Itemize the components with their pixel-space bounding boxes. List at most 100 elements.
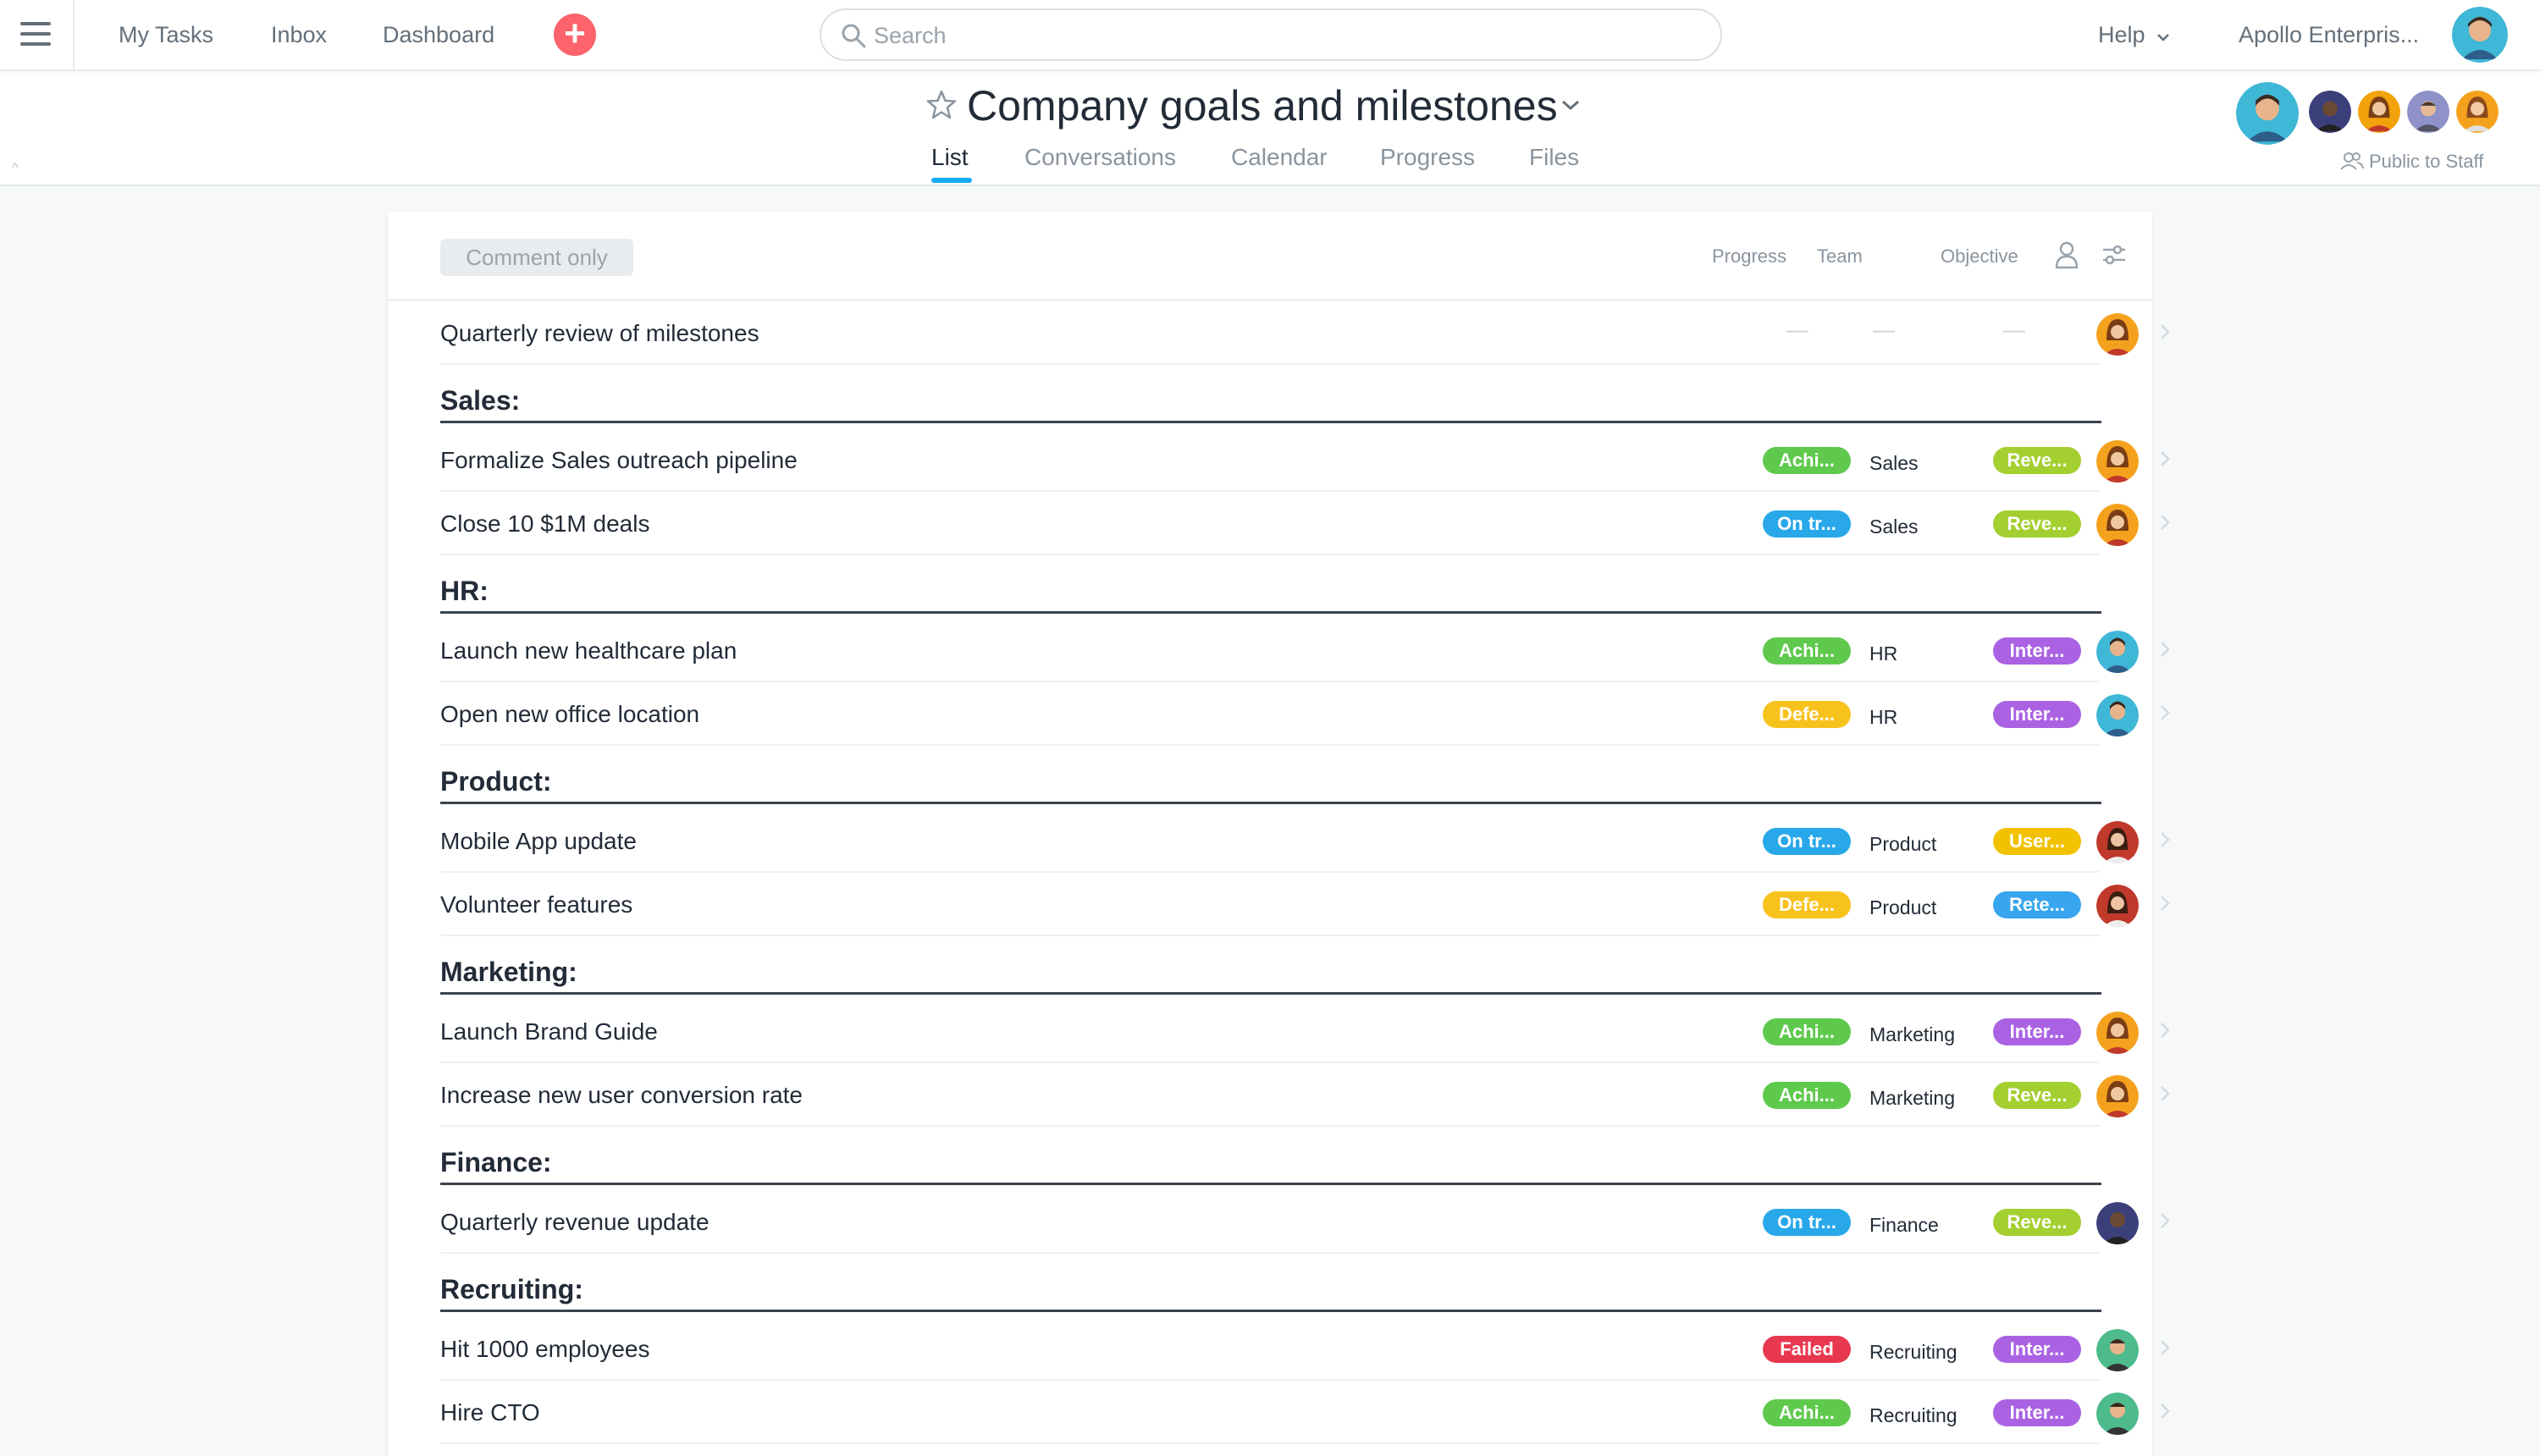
progress-badge[interactable]: On tr... <box>1763 828 1851 855</box>
task-row[interactable]: Volunteer features Defe... Product Rete... <box>440 873 2170 936</box>
chevron-right-icon[interactable] <box>2159 703 2171 723</box>
nav-inbox[interactable]: Inbox <box>271 22 327 48</box>
progress-badge[interactable]: Achi... <box>1763 1399 1851 1426</box>
tab-list[interactable]: List <box>931 144 969 171</box>
task-name[interactable]: Launch new healthcare plan <box>440 637 737 665</box>
progress-empty[interactable]: — <box>1786 317 1808 343</box>
menu-icon[interactable] <box>20 22 51 47</box>
objective-badge[interactable]: Reve... <box>1993 447 2081 474</box>
chevron-right-icon[interactable] <box>2159 893 2171 913</box>
nav-my-tasks[interactable]: My Tasks <box>119 22 213 48</box>
assignee-avatar[interactable] <box>2096 1393 2139 1435</box>
section-title[interactable]: Marketing: <box>440 957 577 988</box>
objective-badge[interactable]: Inter... <box>1993 637 2081 665</box>
user-avatar[interactable] <box>2452 7 2508 63</box>
team-value[interactable]: Product <box>1869 896 1936 919</box>
organization-switcher[interactable]: Apollo Enterpris... <box>2239 22 2419 48</box>
progress-badge[interactable]: Defe... <box>1763 701 1851 728</box>
objective-badge[interactable]: User... <box>1993 828 2081 855</box>
team-value[interactable]: Finance <box>1869 1214 1939 1237</box>
collapse-icon[interactable]: ^ <box>12 161 19 176</box>
member-avatar[interactable] <box>2454 88 2501 135</box>
section-title[interactable]: Product: <box>440 766 552 797</box>
quick-add-button[interactable]: + <box>554 14 596 56</box>
column-header-objective[interactable]: Objective <box>1941 245 2018 267</box>
task-row[interactable]: Open new office location Defe... HR Inter..… <box>440 682 2170 746</box>
assignee-avatar[interactable] <box>2096 631 2139 673</box>
task-name[interactable]: Quarterly revenue update <box>440 1209 710 1236</box>
task-name[interactable]: Volunteer features <box>440 891 632 918</box>
chevron-right-icon[interactable] <box>2159 1337 2171 1358</box>
chevron-right-icon[interactable] <box>2159 830 2171 850</box>
task-row[interactable]: Close 10 $1M deals On tr... Sales Reve... <box>440 492 2170 555</box>
chevron-right-icon[interactable] <box>2159 1401 2171 1421</box>
tab-progress[interactable]: Progress <box>1380 144 1475 171</box>
objective-badge[interactable]: Inter... <box>1993 1399 2081 1426</box>
column-header-progress[interactable]: Progress <box>1712 245 1786 267</box>
team-value[interactable]: HR <box>1869 643 1897 665</box>
assignee-avatar[interactable] <box>2096 1075 2139 1117</box>
task-name[interactable]: Open new office location <box>440 701 699 728</box>
chevron-down-icon[interactable] <box>1560 97 1582 113</box>
progress-badge[interactable]: Achi... <box>1763 447 1851 474</box>
progress-badge[interactable]: On tr... <box>1763 1209 1851 1236</box>
progress-badge[interactable]: On tr... <box>1763 510 1851 538</box>
member-avatar[interactable] <box>2405 88 2452 135</box>
search-input[interactable] <box>874 20 1703 51</box>
team-value[interactable]: HR <box>1869 706 1897 729</box>
member-avatar[interactable] <box>2306 88 2354 135</box>
section-title[interactable]: Sales: <box>440 385 520 416</box>
chevron-right-icon[interactable] <box>2159 1020 2171 1040</box>
progress-badge[interactable]: Achi... <box>1763 637 1851 665</box>
assignee-avatar[interactable] <box>2096 821 2139 863</box>
team-value[interactable]: Marketing <box>1869 1087 1955 1110</box>
task-name[interactable]: Hire CTO <box>440 1399 540 1426</box>
assignee-avatar[interactable] <box>2096 1012 2139 1054</box>
member-avatar[interactable] <box>2355 88 2403 135</box>
task-name[interactable]: Formalize Sales outreach pipeline <box>440 447 798 474</box>
objective-badge[interactable]: Rete... <box>1993 891 2081 918</box>
help-menu[interactable]: Help <box>2098 22 2170 48</box>
objective-badge[interactable]: Reve... <box>1993 1082 2081 1109</box>
task-name[interactable]: Launch Brand Guide <box>440 1018 658 1045</box>
task-name[interactable]: Close 10 $1M deals <box>440 510 649 538</box>
project-owner-avatar[interactable] <box>2234 80 2301 147</box>
objective-badge[interactable]: Reve... <box>1993 1209 2081 1236</box>
assignee-avatar[interactable] <box>2096 1202 2139 1244</box>
star-icon[interactable] <box>925 88 958 122</box>
tab-calendar[interactable]: Calendar <box>1231 144 1328 171</box>
chevron-right-icon[interactable] <box>2159 449 2171 469</box>
progress-badge[interactable]: Achi... <box>1763 1082 1851 1109</box>
chevron-right-icon[interactable] <box>2159 1211 2171 1231</box>
task-row[interactable]: Hire CTO Achi... Recruiting Inter... <box>440 1381 2170 1444</box>
team-value[interactable]: Product <box>1869 833 1936 856</box>
progress-badge[interactable]: Failed <box>1763 1336 1851 1363</box>
task-row[interactable]: Quarterly revenue update On tr... Finance R… <box>440 1190 2170 1254</box>
chevron-right-icon[interactable] <box>2159 512 2171 532</box>
nav-dashboard[interactable]: Dashboard <box>383 22 494 48</box>
task-name[interactable]: Quarterly review of milestones <box>440 320 759 347</box>
task-row[interactable]: Launch Brand Guide Achi... Marketing Inter.… <box>440 1000 2170 1063</box>
objective-badge[interactable]: Reve... <box>1993 510 2081 538</box>
section-title[interactable]: HR: <box>440 576 489 607</box>
progress-badge[interactable]: Achi... <box>1763 1018 1851 1045</box>
progress-badge[interactable]: Defe... <box>1763 891 1851 918</box>
section-title[interactable]: Finance: <box>440 1147 552 1178</box>
tab-conversations[interactable]: Conversations <box>1024 144 1176 171</box>
assignee-avatar[interactable] <box>2096 313 2139 356</box>
team-value[interactable]: Recruiting <box>1869 1341 1957 1364</box>
task-row[interactable]: Launch new healthcare plan Achi... HR Inter… <box>440 619 2170 682</box>
chevron-right-icon[interactable] <box>2159 1084 2171 1104</box>
objective-badge[interactable]: Inter... <box>1993 1018 2081 1045</box>
assignee-avatar[interactable] <box>2096 885 2139 927</box>
task-name[interactable]: Hit 1000 employees <box>440 1336 649 1363</box>
objective-badge[interactable]: Inter... <box>1993 1336 2081 1363</box>
section-title[interactable]: Recruiting: <box>440 1274 583 1305</box>
objective-empty[interactable]: — <box>2003 317 2025 343</box>
assignee-icon[interactable] <box>2054 240 2079 269</box>
column-header-team[interactable]: Team <box>1817 245 1863 267</box>
assignee-avatar[interactable] <box>2096 440 2139 483</box>
chevron-right-icon[interactable] <box>2159 322 2171 342</box>
objective-badge[interactable]: Inter... <box>1993 701 2081 728</box>
team-value[interactable]: Recruiting <box>1869 1404 1957 1427</box>
